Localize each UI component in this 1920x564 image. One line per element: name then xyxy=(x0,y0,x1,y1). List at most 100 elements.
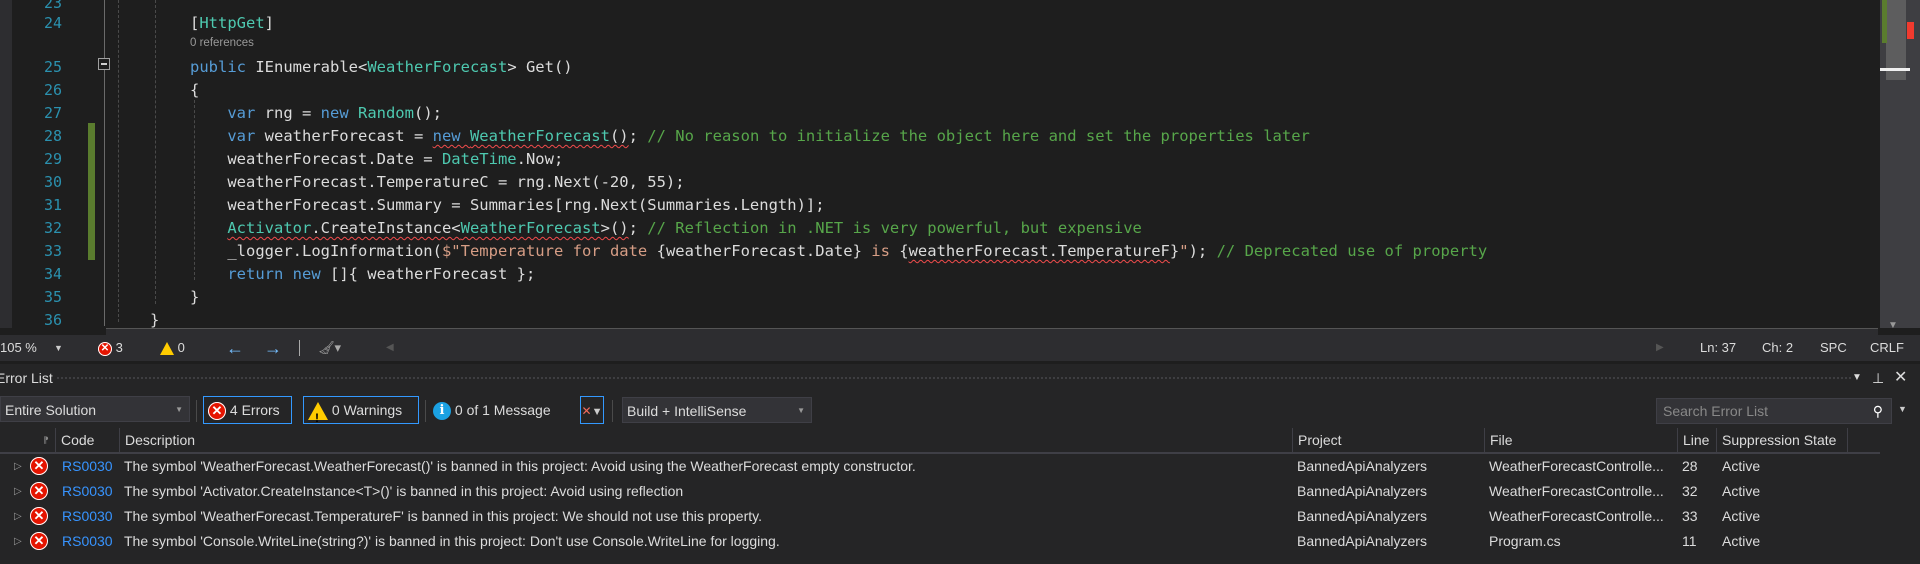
code-line[interactable]: 28 var weatherForecast = new WeatherFore… xyxy=(0,125,1880,148)
code-editor[interactable]: 0 references 23 24 [HttpGet] 25 public IEnum… xyxy=(0,0,1920,331)
warning-count[interactable]: 0 xyxy=(160,335,185,361)
error-squiggle-token: .CreateInstance< xyxy=(311,219,461,237)
error-code-link[interactable]: RS0030 xyxy=(62,479,113,504)
line-number: 24 xyxy=(43,14,62,32)
expand-row-icon[interactable]: ▷ xyxy=(14,529,22,554)
zoom-dropdown-icon[interactable]: ▼ xyxy=(54,335,63,361)
code-line[interactable]: 30 weatherForecast.TemperatureC = rng.Ne… xyxy=(0,171,1880,194)
column-chooser-icon[interactable]: ⁋ xyxy=(38,428,49,452)
whitespace-indicator[interactable]: SPC xyxy=(1820,335,1847,361)
zoom-level[interactable]: 105 % xyxy=(0,335,37,361)
code-text: var rng = new Random(); xyxy=(190,102,442,125)
scroll-down-icon[interactable]: ▼ xyxy=(1888,320,1898,331)
code-token: _logger.LogInformation( xyxy=(190,242,442,260)
navigate-back-icon[interactable]: ← xyxy=(226,335,244,361)
codelens-references[interactable]: 0 references xyxy=(190,37,254,49)
code-line[interactable]: 24 [HttpGet] xyxy=(0,12,1880,35)
line-number: 27 xyxy=(43,104,62,122)
code-token: []{ weatherForecast }; xyxy=(329,265,536,283)
line-indicator[interactable]: Ln: 37 xyxy=(1700,335,1736,361)
code-token: } xyxy=(1169,242,1180,260)
panel-menu-icon[interactable]: ▼ xyxy=(1852,364,1862,392)
source-dropdown[interactable]: Build + IntelliSense ▼ xyxy=(622,397,812,423)
search-input[interactable]: Search Error List ⚲ xyxy=(1656,398,1892,424)
error-count[interactable]: ✕ 3 xyxy=(98,335,123,361)
column-header-description[interactable]: Description xyxy=(119,428,195,452)
error-suppression-state: Active xyxy=(1722,483,1761,499)
scroll-right-icon[interactable]: ▶ xyxy=(1656,335,1664,361)
line-number: 31 xyxy=(43,196,62,214)
scroll-left-icon[interactable]: ◀ xyxy=(386,335,394,361)
code-cleanup-icon[interactable]: 🧹︎▾ xyxy=(318,335,341,361)
code-token: IEnumerable xyxy=(255,58,358,76)
table-row[interactable]: ▷ ✕ RS0030 The symbol 'Console.WriteLine(st… xyxy=(0,529,1880,554)
code-token: ); xyxy=(1188,242,1217,260)
column-header-code[interactable]: Code xyxy=(55,428,94,452)
code-text: _logger.LogInformation($"Temperature for… xyxy=(190,240,1487,263)
error-code-link[interactable]: RS0030 xyxy=(62,454,113,479)
code-line[interactable]: 32 Activator.CreateInstance<WeatherForec… xyxy=(0,217,1880,240)
char-indicator[interactable]: Ch: 2 xyxy=(1762,335,1793,361)
column-header-file[interactable]: File xyxy=(1484,428,1513,452)
close-icon[interactable]: ✕ xyxy=(1894,364,1907,392)
column-header-suppression-state[interactable]: Suppression State xyxy=(1716,428,1836,452)
panel-title-bar: Error List ▼ ⊥ ✕ xyxy=(0,364,1920,392)
code-token: weatherForecast.Summary = Summaries[rng.… xyxy=(190,196,825,214)
clear-filter-button[interactable]: ✕▼ xyxy=(580,396,604,424)
statusbar-separator xyxy=(299,340,300,356)
code-text: weatherForecast.Date = DateTime.Now; xyxy=(190,148,563,171)
warnings-filter-button[interactable]: ! 0 Warnings xyxy=(303,396,419,425)
vertical-scrollbar[interactable]: ▼ xyxy=(1880,0,1920,331)
code-line[interactable]: 25 public IEnumerable<WeatherForecast> Ge… xyxy=(0,56,1880,79)
line-number: 33 xyxy=(43,242,62,260)
line-number: 28 xyxy=(43,127,62,145)
line-ending-indicator[interactable]: CRLF xyxy=(1870,335,1904,361)
messages-filter-label: 0 of 1 Message xyxy=(454,402,551,418)
search-options-icon[interactable]: ▼ xyxy=(1898,404,1907,414)
error-icon: ✕ xyxy=(30,482,48,500)
navigate-forward-icon[interactable]: → xyxy=(264,335,282,361)
expand-row-icon[interactable]: ▷ xyxy=(14,479,22,504)
source-value: Build + IntelliSense xyxy=(627,403,747,419)
table-row[interactable]: ▷ ✕ RS0030 The symbol 'WeatherForecast.Weat… xyxy=(0,454,1880,479)
errors-filter-button[interactable]: ✕ 4 Errors xyxy=(203,396,292,424)
column-header-project[interactable]: Project xyxy=(1292,428,1342,452)
code-token: { xyxy=(899,242,909,260)
error-line: 28 xyxy=(1682,458,1698,474)
code-line[interactable]: 33 _logger.LogInformation($"Temperature … xyxy=(0,240,1880,263)
messages-filter-button[interactable]: i 0 of 1 Message xyxy=(433,396,551,424)
error-code-link[interactable]: RS0030 xyxy=(62,529,113,554)
panel-title: Error List xyxy=(0,370,53,386)
search-icon[interactable]: ⚲ xyxy=(1873,399,1883,423)
code-line[interactable]: 29 weatherForecast.Date = DateTime.Now; xyxy=(0,148,1880,171)
error-project: BannedApiAnalyzers xyxy=(1297,508,1427,524)
column-header-line[interactable]: Line xyxy=(1677,428,1709,452)
error-code-link[interactable]: RS0030 xyxy=(62,504,113,529)
scope-dropdown[interactable]: Entire Solution ▼ xyxy=(0,396,190,422)
horizontal-scrollbar[interactable] xyxy=(106,328,1878,335)
code-text: } xyxy=(190,286,199,309)
column-header-extra xyxy=(1847,428,1853,452)
code-token: {weatherForecast.Date} xyxy=(656,242,862,260)
pin-icon[interactable]: ⊥ xyxy=(1872,364,1884,392)
table-row[interactable]: ▷ ✕ RS0030 The symbol 'Activator.CreateInst… xyxy=(0,479,1880,504)
code-line[interactable]: 34 return new []{ weatherForecast }; xyxy=(0,263,1880,286)
error-circle-icon: ✕ xyxy=(30,507,48,525)
error-squiggle-token: WeatherForecast xyxy=(469,127,610,145)
code-line[interactable]: 35} xyxy=(0,286,1880,309)
code-text: Activator.CreateInstance<WeatherForecast… xyxy=(190,217,1142,240)
code-token: [ xyxy=(190,14,200,32)
code-line[interactable]: 27 var rng = new Random(); xyxy=(0,102,1880,125)
error-circle-icon: ✕ xyxy=(30,457,48,475)
expand-row-icon[interactable]: ▷ xyxy=(14,454,22,479)
line-number: 30 xyxy=(43,173,62,191)
code-token: DateTime xyxy=(441,150,517,168)
table-row[interactable]: ▷ ✕ RS0030 The symbol 'WeatherForecast.Temp… xyxy=(0,504,1880,529)
error-squiggle-token: weatherForecast.TemperatureF xyxy=(908,242,1170,260)
code-line[interactable]: 26 { xyxy=(0,79,1880,102)
expand-row-icon[interactable]: ▷ xyxy=(14,504,22,529)
search-placeholder: Search Error List xyxy=(1663,403,1769,419)
error-project: BannedApiAnalyzers xyxy=(1297,533,1427,549)
code-token: // Deprecated use of property xyxy=(1216,242,1488,260)
code-line[interactable]: 31 weatherForecast.Summary = Summaries[r… xyxy=(0,194,1880,217)
